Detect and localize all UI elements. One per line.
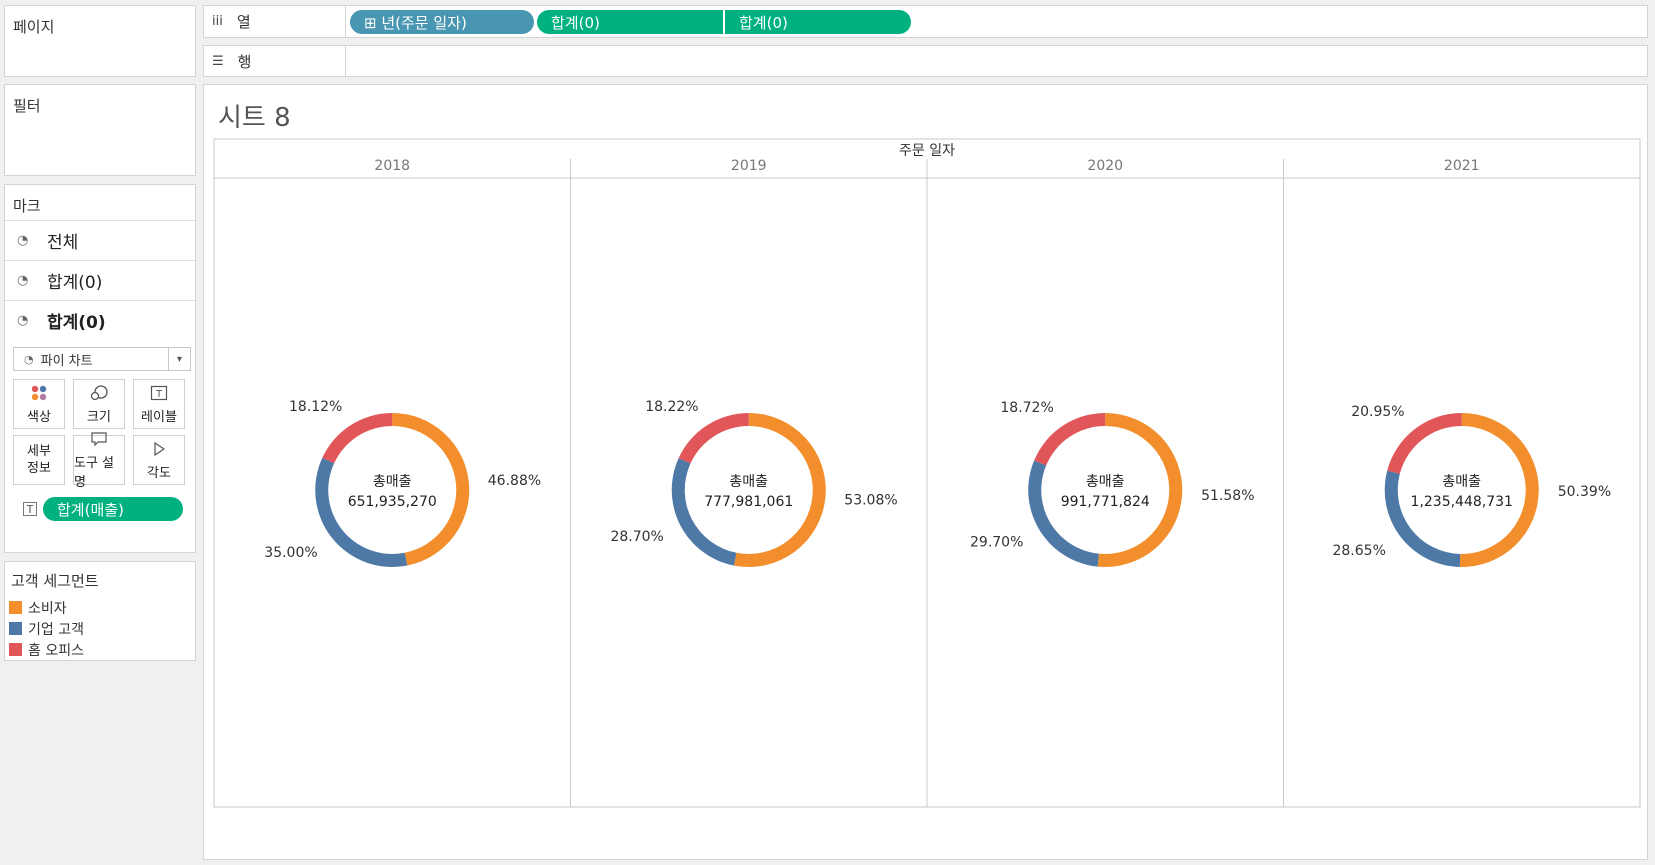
slice-label: 18.12% [289,399,342,415]
pie-icon: ◔ [17,233,29,248]
mark-row-label: 합계(0) [47,313,106,333]
center-total: 651,935,270 [348,494,437,510]
size-button-label: 크기 [87,409,111,425]
tooltip-button-label: 도구 설명 [74,456,115,490]
donut-chart: 주문 일자 2018 46.88% 35.00% 18.12% 총매출 651,935,27… [213,138,1641,808]
mark-row-sum-2[interactable]: ◔ 합계(0) [5,300,195,340]
detail-button[interactable]: 세부 정보 [13,435,65,485]
legend-swatch [9,622,22,635]
legend-label: 기업 고객 [28,621,84,638]
donut-slice-2020-0 [1097,413,1183,567]
year-header-2021: 2021 [1444,158,1480,174]
pie-icon: ◔ [24,352,34,366]
donut-slice-2021-0 [1459,413,1539,567]
columns-label: 열 [236,13,251,31]
label-button[interactable]: T 레이블 [133,379,185,429]
center-total: 1,235,448,731 [1411,494,1513,510]
tooltip-button[interactable]: 도구 설명 [73,432,125,490]
rows-shelf[interactable]: ☰ 행 [203,45,1648,77]
slice-label: 28.70% [610,529,663,545]
legend-item-consumer[interactable]: 소비자 [5,597,195,618]
center-label: 총매출 [729,474,768,490]
angle-button[interactable]: 각도 [133,435,185,485]
text-icon: T [150,384,168,406]
marks-title: 마크 [13,197,41,215]
donut-slice-2021-2 [1387,413,1462,474]
size-button[interactable]: 크기 [73,379,125,429]
detail-button-label: 세부 정보 [27,444,51,476]
slice-label: 35.00% [264,545,317,561]
label-button-label: 레이블 [141,409,177,425]
rows-icon: ☰ [212,53,224,69]
slice-label: 28.65% [1332,543,1385,559]
donut-slice-2018-2 [322,413,393,464]
slice-label: 18.22% [645,399,698,415]
angle-icon [150,440,168,462]
center-total: 991,771,824 [1061,494,1150,510]
pie-icon: ◔ [17,313,29,328]
year-order-date-pill[interactable]: ⊞ 년(주문 일자) [350,10,534,34]
year-header-2018: 2018 [374,158,410,174]
mark-row-sum-1[interactable]: ◔ 합계(0) [5,260,195,300]
year-header-2019: 2019 [731,158,767,174]
donut-slice-2019-2 [678,413,749,464]
svg-text:T: T [155,389,163,400]
slice-label: 50.39% [1558,484,1611,500]
donut-slice-2020-2 [1034,413,1106,466]
rows-label: 행 [237,52,252,71]
legend-swatch [9,643,22,656]
mark-row-all[interactable]: ◔ 전체 [5,220,195,260]
center-label: 총매출 [373,474,412,490]
label-field-pill[interactable]: 합계(매출) [43,497,183,521]
worksheet-view[interactable]: 시트 8 주문 일자 2018 46.88% 35.00% 18.12% 총매출 651,9… [203,84,1648,860]
legend-label: 홈 오피스 [28,642,84,659]
slice-label: 46.88% [488,473,541,489]
donut-slice-2019-0 [733,413,826,567]
size-icon [89,384,109,406]
rows-shelf-label: ☰ 행 [204,46,346,76]
filters-card[interactable]: 필터 [4,84,196,176]
pie-icon: ◔ [17,273,29,288]
legend-card[interactable]: 고객 세그먼트 소비자 기업 고객 홈 오피스 [4,561,196,661]
mark-row-label: 합계(0) [47,273,103,293]
color-button[interactable]: 색상 [13,379,65,429]
color-button-label: 색상 [27,409,51,425]
slice-label: 29.70% [970,534,1023,550]
legend-item-home-office[interactable]: 홈 오피스 [5,639,195,660]
mark-type-value: 파이 차트 [40,353,93,369]
year-header-2020: 2020 [1087,158,1123,174]
slice-label: 18.72% [1000,400,1053,416]
tooltip-icon [90,430,108,452]
marks-card[interactable]: 마크 ◔ 전체 ◔ 합계(0) ◔ 합계(0) ◔ 파이 차트 ▾ 색상 크기 … [4,184,196,553]
filters-title: 필터 [13,97,41,115]
center-label: 총매출 [1442,474,1481,490]
sum-pill-2[interactable]: 합계(0) [725,10,911,34]
pages-title: 페이지 [13,18,55,36]
column-header-title: 주문 일자 [899,143,955,159]
legend-item-corporate[interactable]: 기업 고객 [5,618,195,639]
text-icon: T [23,502,37,516]
center-total: 777,981,061 [704,494,793,510]
donut-slice-2019-1 [671,458,737,566]
sum-pill-1[interactable]: 합계(0) [537,10,723,34]
slice-label: 51.58% [1201,488,1254,504]
slice-label: 20.95% [1351,404,1404,420]
mark-field-row[interactable]: T 합계(매출) [23,497,183,521]
pages-card[interactable]: 페이지 [4,5,196,77]
chevron-down-icon[interactable]: ▾ [168,348,190,370]
columns-shelf-label: iii 열 [204,6,346,37]
center-label: 총매출 [1086,474,1125,490]
mark-row-label: 전체 [47,233,79,253]
legend-title: 고객 세그먼트 [11,572,99,590]
angle-button-label: 각도 [147,465,171,481]
legend-label: 소비자 [28,600,67,617]
columns-icon: iii [212,14,223,29]
slice-label: 53.08% [844,493,897,509]
mark-type-dropdown[interactable]: ◔ 파이 차트 ▾ [13,347,191,371]
columns-shelf[interactable]: iii 열 ⊞ 년(주문 일자) 합계(0) 합계(0) [203,5,1648,38]
legend-swatch [9,601,22,614]
color-icon [30,384,48,406]
